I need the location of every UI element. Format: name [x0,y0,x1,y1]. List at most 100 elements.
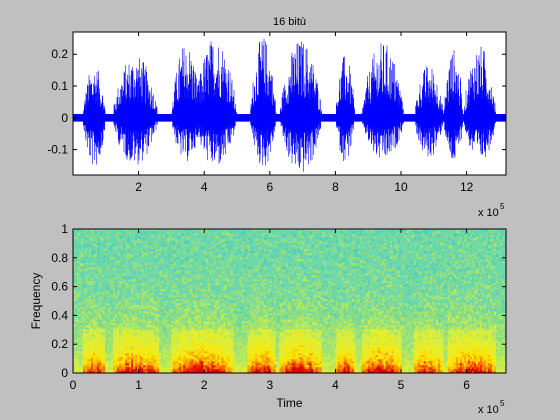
spectrogram-cell [97,339,100,342]
spectrogram-cell [163,351,166,354]
spectrogram-cell [183,281,186,284]
spectrogram-cell [239,337,242,340]
spectrogram-cell [89,325,92,328]
spectrogram-cell [105,323,108,326]
spectrogram-cell [147,349,150,352]
spectrogram-cell [85,341,88,344]
spectrogram-cell [169,311,172,314]
spectrogram-cell [261,319,264,322]
spectrogram-cell [169,243,172,246]
spectrogram-cell [259,235,262,238]
spectrogram-cell [131,357,134,360]
spectrogram-cell [83,351,86,354]
spectrogram-cell [161,351,164,354]
spectrogram-cell [279,305,282,308]
spectrogram-cell [229,283,232,286]
spectrogram-cell [281,285,284,288]
spectrogram-cell [183,331,186,334]
spectrogram-cell [185,341,188,344]
spectrogram-cell [121,339,124,342]
spectrogram-cell [253,335,256,338]
spectrogram-cell [255,349,258,352]
spectrogram-cell [219,241,222,244]
spectrogram-cell [89,359,92,362]
spectrogram-cell [157,235,160,238]
spectrogram-cell [93,337,96,340]
spectrogram-cell [257,307,260,310]
spectrogram-cell [107,323,110,326]
spectrogram-cell [199,315,202,318]
spectrogram-cell [191,313,194,316]
spectrogram-cell [191,343,194,346]
spectrogram-cell [213,335,216,338]
spectrogram-cell [169,353,172,356]
spectrogram-cell [223,321,226,324]
spectrogram-cell [213,343,216,346]
spectrogram-cell [211,317,214,320]
spectrogram-cell [251,335,254,338]
spectrogram-cell [219,309,222,312]
spectrogram-cell [223,295,226,298]
spectrogram-cell [135,287,138,290]
spectrogram-cell [153,285,156,288]
spectrogram-cell [91,317,94,320]
spectrogram-cell [281,369,284,372]
spectrogram-cell [195,353,198,356]
spectrogram-cell [193,323,196,326]
spectrogram-cell [143,339,146,342]
spectrogram-cell [101,307,104,310]
spectrogram-cell [229,315,232,318]
spectrogram-cell [107,369,110,372]
spectrogram-cell [279,349,282,352]
spectrogram-cell [193,351,196,354]
spectrogram-cell [105,335,108,338]
spectrogram-cell [235,247,238,250]
spectrogram-cell [243,337,246,340]
spectrogram-cell [227,333,230,336]
spectrogram-cell [113,243,116,246]
spectrogram-cell [83,323,86,326]
spectrogram-cell [83,301,86,304]
spectrogram-cell [209,325,212,328]
spectrogram-cell [125,303,128,306]
spectrogram-cell [219,323,222,326]
spectrogram-cell [223,241,226,244]
spectrogram-cell [207,307,210,310]
spectrogram-cell [177,313,180,316]
spectrogram-cell [271,363,274,366]
spectrogram-cell [85,289,88,292]
spectrogram-cell [151,319,154,322]
spectrogram-cell [267,309,270,312]
spectrogram-cell [97,349,100,352]
spectrogram-cell [121,317,124,320]
spectrogram-cell [87,305,90,308]
spectrogram-cell [155,369,158,372]
spectrogram-cell [85,269,88,272]
spectrogram-cell [117,343,120,346]
waveform-y-tick-label: 0.1 [51,79,68,93]
spectrogram-cell [103,313,106,316]
spectrogram-cell [139,241,142,244]
spectrogram-cell [159,363,162,366]
spectrogram-cell [267,277,270,280]
spectrogram-cell [121,365,124,368]
spectrogram-cell [125,347,128,350]
spectrogram-cell [215,337,218,340]
spectrogram-cell [145,307,148,310]
spectrogram-cell [191,287,194,290]
spectrogram-cell [281,345,284,348]
spectrogram-cell [115,255,118,258]
spectrogram-cell [215,361,218,364]
spectrogram-cell [199,283,202,286]
spectrogram-cell [179,349,182,352]
spectrogram-cell [91,365,94,368]
spectrogram-cell [253,329,256,332]
spectrogram-cell [75,333,78,336]
spectrogram-cell [287,315,290,318]
spectrogram-cell [143,365,146,368]
spectrogram-cell [269,237,272,240]
spectrogram-cell [135,293,138,296]
spectrogram-cell [233,341,236,344]
spectrogram-cell [265,333,268,336]
spectrogram-cell [171,355,174,358]
